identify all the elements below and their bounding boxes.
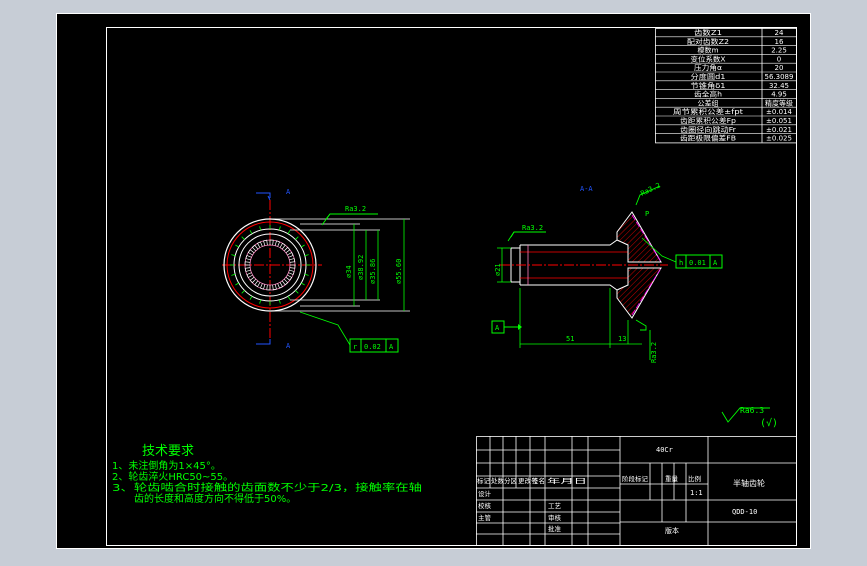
section-dim-length-text: 51 — [566, 335, 574, 343]
version-label: 版本 — [665, 526, 679, 535]
title-block-stage-cell: 重量 — [665, 475, 679, 483]
param-value: ±0.014 — [766, 108, 792, 116]
dim-label-3: ⌀34 — [345, 265, 353, 278]
part-name-text: 半轴齿轮 — [733, 478, 765, 488]
section-dim-step-text: 13 — [618, 335, 626, 343]
overall-roughness-suffix: (√) — [760, 417, 778, 429]
front-roughness-text: Ra3.2 — [345, 205, 366, 213]
title-block-mid-labels: 工艺审核批准 — [548, 502, 562, 533]
param-label: 齿距累积公差Fp — [680, 116, 737, 125]
section-roughness-left-text: Ra3.2 — [522, 224, 543, 232]
param-label: 变位系数X — [691, 54, 726, 63]
title-block-mid-cell: 批准 — [548, 524, 562, 533]
tech-req-line-2: 2、轮齿淬火HRC50~55。 — [112, 470, 233, 483]
title-block-mid-cell: 审核 — [548, 513, 562, 522]
cad-viewport: 齿数Z1 24 配对齿数Z2 16 模数m 2.25 变位系数X 0 压力角α 20 分度圆d1 56… — [0, 0, 867, 562]
section-tol-value: 0.01 — [689, 259, 706, 267]
title-block-mid-cell: 工艺 — [548, 502, 562, 510]
param-label: 齿圈径向跳动Fr — [680, 125, 736, 134]
title-block-left-cell: 主管 — [478, 513, 492, 522]
param-label: 分度圆d1 — [691, 72, 726, 81]
param-label: 公差组 — [698, 98, 719, 107]
title-block-header-cell: 处数 — [491, 476, 505, 485]
param-value: 56.3089 — [765, 73, 794, 81]
cad-drawing-canvas[interactable]: 齿数Z1 24 配对齿数Z2 16 模数m 2.25 变位系数X 0 压力角α 20 分度圆d1 56… — [0, 0, 867, 562]
dim-label-4: ⌀55.60 — [395, 259, 403, 284]
dim-label-2: ⌀35.86 — [369, 259, 377, 284]
material-text: 40Cr — [656, 446, 673, 454]
param-value: ±0.051 — [766, 117, 792, 125]
section-roughness-bottom-text: Ra3.2 — [650, 342, 658, 363]
param-label: 节锥角δ1 — [691, 81, 726, 90]
title-block-header-row: 标记 处数 分区 更改号签名 年月日 — [477, 476, 587, 485]
title-block-stage-cell: 阶段标记 — [622, 474, 649, 483]
param-value: 2.25 — [771, 47, 787, 55]
section-bevel-mark: P — [645, 210, 649, 218]
scale-text: 1:1 — [690, 489, 703, 497]
title-block-header-cell: 签名 — [532, 476, 545, 485]
section-tol-symbol: h — [679, 259, 683, 267]
tech-req-line-3: 3、轮齿啮合时接触的齿面数不少于2/3，接触率在轴 — [112, 481, 422, 494]
title-block-header-cell: 标记 — [477, 476, 491, 485]
title-block-left-cell: 设计 — [478, 489, 492, 498]
param-label: 齿数Z1 — [694, 28, 722, 37]
title-block-header-cell: 年月日 — [547, 476, 587, 485]
param-label: 齿全高h — [694, 90, 722, 99]
title-block-header-cell: 分区 — [504, 476, 518, 485]
param-label: 压力角α — [694, 63, 722, 72]
param-value: ±0.021 — [766, 126, 792, 134]
param-value: 16 — [775, 38, 784, 46]
param-value: 0 — [777, 55, 781, 63]
param-label: 模数m — [698, 46, 719, 55]
section-view-title: A-A — [580, 185, 593, 193]
title-block-stage-cell: 比例 — [688, 474, 701, 483]
front-tol-symbol: r — [353, 343, 357, 351]
overall-roughness-text: Ra6.3 — [740, 406, 764, 415]
section-dim-dia-text: ⌀21 — [494, 263, 502, 276]
param-label: 配对齿数Z2 — [687, 37, 729, 46]
dim-label-1: ⌀38.92 — [357, 255, 365, 280]
param-label: 齿距极限偏差FΒ — [680, 134, 736, 143]
drawing-number-text: QDD-10 — [732, 508, 757, 516]
title-block-left-cell: 校核 — [478, 501, 492, 510]
title-block-left-labels: 设计校核主管 — [478, 489, 492, 522]
param-value: 20 — [775, 64, 784, 72]
tech-req-line-1: 1、未注倒角为1×45°。 — [112, 459, 221, 472]
front-tol-value: 0.02 — [364, 343, 381, 351]
param-label: 周节累积公差±fpt — [673, 107, 743, 116]
param-value: 4.95 — [771, 91, 787, 99]
tech-req-title: 技术要求 — [142, 444, 194, 459]
param-value: ±0.025 — [766, 135, 792, 143]
param-value: 24 — [775, 29, 784, 37]
param-value: 精度等级 — [765, 98, 793, 107]
tech-req-line-4: 齿的长度和高度方向不得低于50%。 — [134, 492, 296, 505]
param-value: 32.45 — [769, 82, 789, 90]
